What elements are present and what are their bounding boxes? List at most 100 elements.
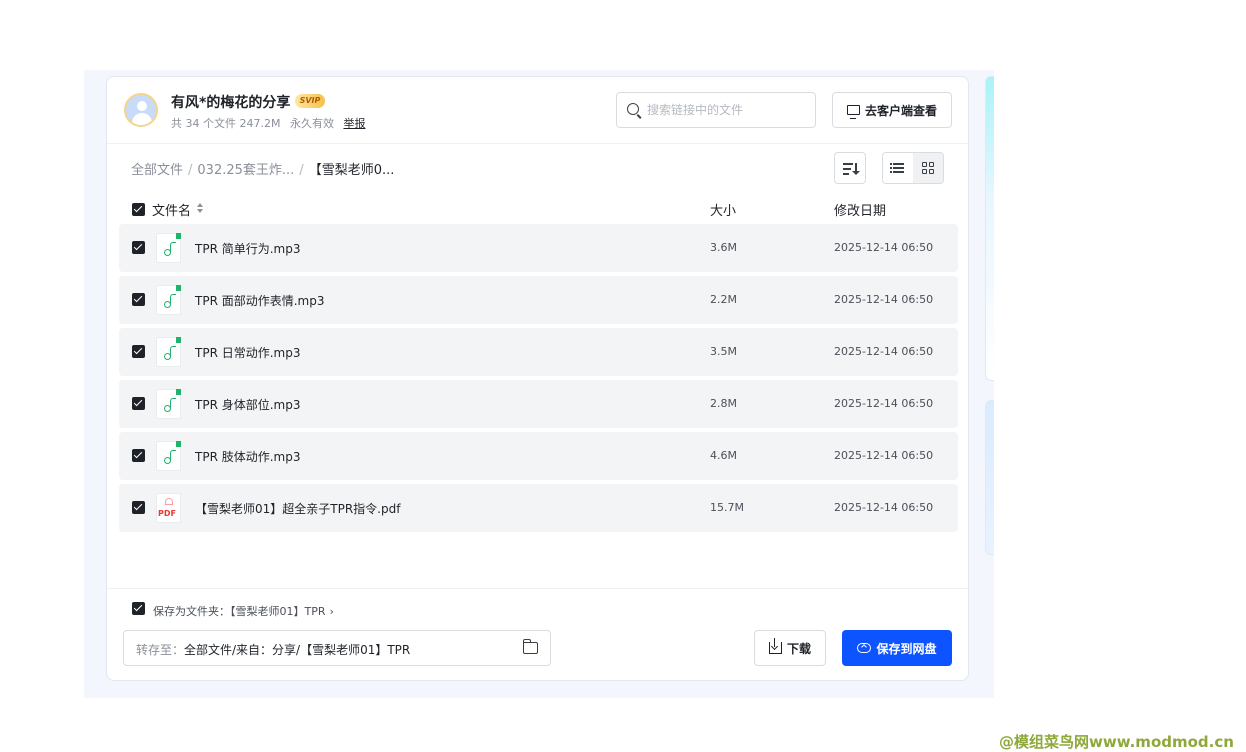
- audio-file-icon: [156, 233, 181, 263]
- file-date: 2025-12-14 06:50: [834, 449, 934, 462]
- avatar-head-shape: [137, 101, 147, 111]
- file-size: 2.2M: [710, 293, 737, 306]
- view-toggle: [882, 152, 944, 184]
- icon-tab: [176, 285, 181, 291]
- breadcrumb-current: 【雪梨老师0...: [308, 163, 395, 178]
- breadcrumb-level1[interactable]: 032.25套王炸...: [197, 163, 294, 178]
- list-icon-line: [893, 171, 904, 173]
- row-checkbox[interactable]: [132, 501, 145, 514]
- side-promo-card-2[interactable]: [985, 400, 994, 555]
- file-row[interactable]: TPR 身体部位.mp3 2.8M 2025-12-14 06:50: [119, 380, 958, 428]
- share-footer: 保存为文件夹：【雪梨老师01】TPR › 转存至： 全部文件/来自：分享/【雪梨老…: [107, 588, 968, 680]
- svip-badge: SVIP: [295, 94, 325, 108]
- file-row[interactable]: TPR 面部动作表情.mp3 2.2M 2025-12-14 06:50: [119, 276, 958, 324]
- share-title: 有风*的梅花的分享: [171, 95, 291, 111]
- music-note-icon: [164, 397, 176, 412]
- share-header: 有风*的梅花的分享 SVIP 共 34 个文件 247.2M 永久有效 举报 去…: [107, 77, 968, 144]
- file-list: TPR 简单行为.mp3 3.6M 2025-12-14 06:50 TPR 面…: [119, 224, 958, 536]
- row-checkbox[interactable]: [132, 345, 145, 358]
- download-button[interactable]: 下载: [754, 630, 826, 666]
- search-icon: [627, 103, 639, 115]
- row-checkbox[interactable]: [132, 449, 145, 462]
- row-checkbox[interactable]: [132, 293, 145, 306]
- icon-tab: [176, 389, 181, 395]
- music-note-icon: [164, 345, 176, 360]
- sort-icon-line: [843, 163, 853, 165]
- avatar-body-shape: [132, 113, 152, 125]
- audio-file-icon: [156, 285, 181, 315]
- monitor-icon: [846, 105, 860, 119]
- file-row[interactable]: TPR 日常动作.mp3 3.5M 2025-12-14 06:50: [119, 328, 958, 376]
- file-date: 2025-12-14 06:50: [834, 501, 934, 514]
- file-row[interactable]: PDF 【雪梨老师01】超全亲子TPR指令.pdf 15.7M 2025-12-…: [119, 484, 958, 532]
- audio-file-icon: [156, 337, 181, 367]
- share-meta: 共 34 个文件 247.2M 永久有效 举报: [171, 115, 371, 131]
- save-as-folder-label: 保存为文件夹：: [153, 605, 230, 618]
- file-date: 2025-12-14 06:50: [834, 241, 934, 254]
- music-note-icon: [164, 293, 176, 308]
- list-icon-line: [893, 163, 904, 165]
- file-name[interactable]: 【雪梨老师01】超全亲子TPR指令.pdf: [195, 500, 400, 517]
- file-size: 3.6M: [710, 241, 737, 254]
- breadcrumb-separator: /: [299, 163, 304, 178]
- icon-tab: [176, 441, 181, 447]
- file-name[interactable]: TPR 日常动作.mp3: [195, 344, 300, 361]
- sort-button[interactable]: [834, 152, 866, 184]
- file-name[interactable]: TPR 身体部位.mp3: [195, 396, 300, 413]
- save-as-folder-text: 保存为文件夹：【雪梨老师01】TPR ›: [153, 603, 334, 619]
- side-promo-card[interactable]: [985, 76, 994, 381]
- cloud-upload-icon: [857, 643, 872, 653]
- download-icon: [768, 638, 782, 654]
- report-link[interactable]: 举报: [343, 117, 365, 130]
- file-name[interactable]: TPR 面部动作表情.mp3: [195, 292, 324, 309]
- file-date: 2025-12-14 06:50: [834, 345, 934, 358]
- open-client-label: 去客户端查看: [864, 103, 937, 118]
- folder-icon[interactable]: [522, 639, 538, 654]
- file-row[interactable]: TPR 简单行为.mp3 3.6M 2025-12-14 06:50: [119, 224, 958, 272]
- destination-picker[interactable]: 转存至： 全部文件/来自：分享/【雪梨老师01】TPR: [123, 630, 551, 666]
- grid-icon-cell: [922, 162, 927, 167]
- icon-tab: [176, 233, 181, 239]
- pdf-icon-label: PDF: [158, 509, 176, 518]
- column-header-date: 修改日期: [834, 204, 887, 219]
- file-size: 3.5M: [710, 345, 737, 358]
- music-note-icon: [164, 241, 176, 256]
- file-name[interactable]: TPR 肢体动作.mp3: [195, 448, 300, 465]
- chevron-right-icon[interactable]: ›: [330, 605, 334, 618]
- file-count: 共 34 个文件 247.2M: [171, 117, 281, 130]
- save-as-folder-checkbox[interactable]: [132, 602, 145, 615]
- destination-label: 转存至：: [136, 643, 185, 657]
- download-label: 下载: [786, 641, 811, 656]
- validity: 永久有效: [289, 117, 334, 130]
- save-as-folder-value[interactable]: 【雪梨老师01】TPR: [230, 605, 326, 618]
- sort-icon-line: [843, 168, 851, 170]
- search-box[interactable]: [616, 92, 816, 128]
- list-icon-dot: [890, 167, 892, 169]
- sort-arrow-head: [852, 171, 860, 175]
- column-header-size: 大小: [710, 204, 737, 219]
- grid-icon-cell: [929, 162, 934, 167]
- open-client-button[interactable]: 去客户端查看: [832, 92, 952, 128]
- file-date: 2025-12-14 06:50: [834, 397, 934, 410]
- row-checkbox[interactable]: [132, 397, 145, 410]
- file-size: 4.6M: [710, 449, 737, 462]
- pdf-mark-icon: [165, 498, 173, 505]
- column-header-name[interactable]: 文件名: [152, 200, 191, 219]
- grid-view-button[interactable]: [913, 153, 943, 183]
- save-to-drive-button[interactable]: 保存到网盘: [842, 630, 952, 666]
- file-name[interactable]: TPR 简单行为.mp3: [195, 240, 300, 257]
- row-checkbox[interactable]: [132, 241, 145, 254]
- select-all-checkbox[interactable]: [132, 203, 145, 216]
- list-view-button[interactable]: [883, 153, 913, 183]
- clipped-footer-text: [345, 690, 815, 698]
- avatar: [124, 93, 158, 127]
- audio-file-icon: [156, 441, 181, 471]
- search-input[interactable]: [647, 101, 807, 119]
- file-row[interactable]: TPR 肢体动作.mp3 4.6M 2025-12-14 06:50: [119, 432, 958, 480]
- share-card: 有风*的梅花的分享 SVIP 共 34 个文件 247.2M 永久有效 举报 去…: [106, 76, 969, 681]
- breadcrumb-root[interactable]: 全部文件: [131, 163, 183, 178]
- sort-caret-icon[interactable]: [197, 203, 205, 214]
- sort-icon-line: [843, 173, 849, 175]
- grid-icon-cell: [929, 169, 934, 174]
- pdf-file-icon: PDF: [156, 493, 181, 523]
